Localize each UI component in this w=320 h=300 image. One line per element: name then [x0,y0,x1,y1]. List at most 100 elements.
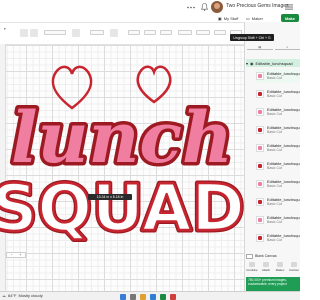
layer-operation: Basic Cut [267,166,282,170]
layer-thumbnail [256,180,264,188]
lunch-text: lunch [11,96,233,179]
layer-operation: Basic Cut [267,184,282,188]
ungroup-tooltip: Ungroup Shift + Ctrl + G [230,34,274,41]
user-avatar[interactable] [211,1,223,13]
top-header: Two Precious Gems Images ▣ My Stuff ▭ Ma… [0,0,300,22]
maker-link[interactable]: ▭ Maker [246,16,263,21]
browser-icon[interactable] [150,293,156,300]
layer-thumbnail [256,108,264,116]
pen-select[interactable] [90,30,104,35]
layer-group-label: Editable_lunchsquad [255,60,293,66]
layer-actions: Combine Attach Flatten Contour [246,262,300,274]
layer-operation: Basic Cut [267,148,282,152]
flatten-button[interactable]: Flatten [274,262,286,274]
os-taskbar: ☁ 64°F Mostly cloudy [0,291,300,300]
attach-icon [263,262,269,267]
layer-item[interactable]: Editable_lunchsquadBasic Cut [256,195,300,209]
blank-canvas-swatch[interactable] [246,253,253,259]
linetype-icon[interactable] [72,29,80,37]
design-space-icon[interactable] [160,293,166,300]
combine-button[interactable]: Combine [246,262,258,274]
promo-notice[interactable]: 750,000+ premium images, customizable, e… [246,277,300,291]
search-icon[interactable] [130,293,136,300]
size-indicator: 13.34 in x 8.18 in [88,194,132,200]
cloud-icon: ☁ [2,293,6,298]
chevron-down-icon[interactable]: ▾ [246,61,248,66]
layer-operation: Basic Cut [267,238,282,242]
size-height-input[interactable] [196,30,210,35]
device-icon: ▭ [246,16,250,21]
layer-text: Editable_lunchsquadBasic Cut [267,233,300,243]
make-button[interactable]: Make [281,14,299,22]
rotate-input[interactable] [214,30,226,35]
layer-text: Editable_lunchsquadBasic Cut [267,179,300,189]
attach-button[interactable]: Attach [260,262,272,274]
layer-item[interactable]: Editable_lunchsquadBasic Cut [256,69,300,83]
layer-text: Editable_lunchsquadBasic Cut [267,161,300,171]
layer-item[interactable]: Editable_lunchsquadBasic Cut [256,159,300,173]
layer-thumbnail [256,234,264,242]
folder-icon: ▣ [218,16,222,21]
lunch-squad-design[interactable]: lunch lunch SQUAD SQUAD [0,44,247,256]
layer-operation: Basic Cut [267,202,282,206]
layer-thumbnail [256,90,264,98]
contour-icon [291,262,297,267]
layer-item[interactable]: Editable_lunchsquadBasic Cut [256,141,300,155]
arrange-select[interactable] [144,30,156,35]
size-width-input[interactable] [178,30,192,35]
undo-icon[interactable] [20,29,28,37]
panel-tabs: ▤ ◐ [247,44,300,52]
settings-menu-icon[interactable] [284,2,294,12]
layer-item[interactable]: Editable_lunchsquadBasic Cut [256,231,300,245]
visibility-icon[interactable]: ◉ [250,61,254,66]
layer-item[interactable]: Editable_lunchsquadBasic Cut [256,105,300,119]
my-stuff-link[interactable]: ▣ My Stuff [218,16,238,21]
weather-widget[interactable]: ☁ 64°F Mostly cloudy [2,293,43,298]
layer-text: Editable_lunchsquadBasic Cut [267,107,300,117]
files-icon[interactable] [140,293,146,300]
redo-icon[interactable] [30,29,38,37]
tab-color-sync[interactable]: ◐ [274,44,300,50]
flatten-icon [277,262,283,267]
layer-operation: Basic Cut [267,76,282,80]
layer-thumbnail [256,126,264,134]
operation-select[interactable] [44,30,66,35]
tab-layers[interactable]: ▤ [247,44,273,50]
layer-text: Editable_lunchsquadBasic Cut [267,143,300,153]
layer-thumbnail [256,162,264,170]
layer-thumbnail [256,198,264,206]
fill-icon[interactable] [110,29,118,37]
layer-operation: Basic Cut [267,220,282,224]
layer-text: Editable_lunchsquadBasic Cut [267,71,300,81]
layer-group-row[interactable]: ▾ ◉ Editable_lunchsquad [246,59,300,67]
layer-text: Editable_lunchsquadBasic Cut [267,197,300,207]
zoom-control[interactable]: − + [6,252,26,258]
layer-text: Editable_lunchsquadBasic Cut [267,215,300,225]
align-select[interactable] [128,30,140,35]
zoom-out-icon[interactable]: − [10,253,12,257]
toolbar-label: ▾ [4,27,6,31]
layer-operation: Basic Cut [267,112,282,116]
layer-operation: Basic Cut [267,130,282,134]
layer-thumbnail [256,216,264,224]
squad-text: SQUAD [0,172,244,246]
layer-item[interactable]: Editable_lunchsquadBasic Cut [256,123,300,137]
layer-text: Editable_lunchsquadBasic Cut [267,89,300,99]
ellipsis-icon[interactable] [186,2,196,12]
app-icon[interactable] [170,293,176,300]
combine-icon [249,262,255,267]
project-name: Two Precious Gems Images [226,3,289,9]
layer-thumbnail [256,144,264,152]
flip-select[interactable] [160,30,172,35]
zoom-in-icon[interactable]: + [19,253,21,257]
layer-operation: Basic Cut [267,94,282,98]
layer-item[interactable]: Editable_lunchsquadBasic Cut [256,177,300,191]
layer-thumbnail [256,72,264,80]
contour-button[interactable]: Contour [288,262,300,274]
start-icon[interactable] [120,293,126,300]
blank-canvas-row[interactable]: Blank Canvas [246,252,300,260]
bell-icon[interactable] [199,2,209,12]
layer-item[interactable]: Editable_lunchsquadBasic Cut [256,87,300,101]
layer-text: Editable_lunchsquadBasic Cut [267,125,300,135]
layer-item[interactable]: Editable_lunchsquadBasic Cut [256,213,300,227]
